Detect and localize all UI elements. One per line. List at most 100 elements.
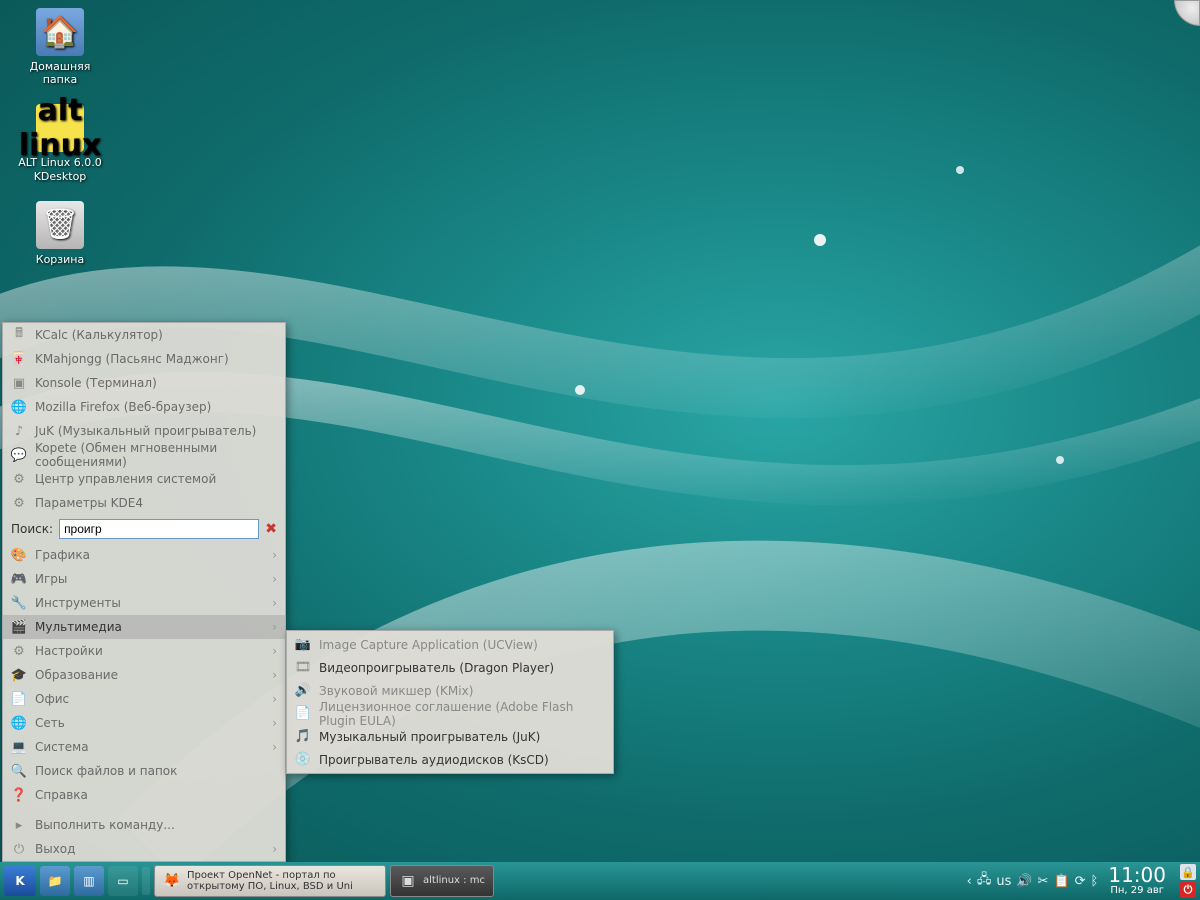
chevron-right-icon: ›	[272, 548, 277, 562]
menu-item-run-command[interactable]: ▸Выполнить команду...	[3, 813, 285, 837]
exit-icon: ⏻	[11, 841, 27, 857]
desktop-icon-label: Корзина	[12, 253, 108, 266]
application-menu: 🖩KCalc (Калькулятор) 🀄KMahjongg (Пасьянс…	[2, 322, 286, 862]
chevron-right-icon: ›	[272, 716, 277, 730]
menu-item-juk[interactable]: ♪JuK (Музыкальный проигрыватель)	[3, 419, 285, 443]
menu-search-row: Поиск: ✖	[3, 515, 285, 543]
music-icon: 🎵	[295, 729, 311, 745]
chevron-right-icon: ›	[272, 740, 277, 754]
search-label: Поиск:	[11, 522, 53, 536]
music-icon: ♪	[11, 423, 27, 439]
chevron-right-icon: ›	[272, 596, 277, 610]
menu-item-kmahjongg[interactable]: 🀄KMahjongg (Пасьянс Маджонг)	[3, 347, 285, 371]
menu-category-games[interactable]: 🎮Игры›	[3, 567, 285, 591]
menu-item-find-files[interactable]: 🔍Поиск файлов и папок	[3, 759, 285, 783]
desktop-icon-trash[interactable]: 🗑 Корзина	[12, 201, 108, 266]
menu-item-logout[interactable]: ⏻Выход›	[3, 837, 285, 861]
chevron-right-icon: ›	[272, 842, 277, 856]
menu-category-multimedia[interactable]: 🎬Мультимедиа›	[3, 615, 285, 639]
kde-icon: ⚙	[11, 495, 27, 511]
system-icon: 💻	[11, 739, 27, 755]
desktop-icon-label: ALT Linux 6.0.0KDesktop	[12, 156, 108, 182]
clipboard-tray-icon[interactable]: 📋	[1053, 874, 1069, 889]
clock-time: 11:00	[1108, 865, 1166, 886]
tools-icon: 🔧	[11, 595, 27, 611]
updates-tray-icon[interactable]: ⟳	[1075, 874, 1086, 889]
camera-icon: 📷	[295, 637, 311, 653]
submenu-item-flash-eula[interactable]: 📄Лицензионное соглашение (Adobe Flash Pl…	[287, 702, 613, 725]
kmenu-button[interactable]: K	[4, 866, 36, 896]
bluetooth-tray-icon[interactable]: ᛒ	[1091, 874, 1099, 889]
system-tray: ‹ 🖧 us 🔊 ✂ 📋 ⟳ ᛒ	[967, 870, 1099, 892]
trash-icon: 🗑	[36, 201, 84, 249]
menu-category-network[interactable]: 🌐Сеть›	[3, 711, 285, 735]
scissors-tray-icon[interactable]: ✂	[1038, 874, 1049, 889]
menu-item-control-center[interactable]: ⚙Центр управления системой	[3, 467, 285, 491]
clock[interactable]: 11:00 Пн, 29 авг	[1102, 865, 1172, 897]
menu-item-konsole[interactable]: ▣Konsole (Терминал)	[3, 371, 285, 395]
taskbar: K 📁 ▥ ▭ 🦊 Проект OpenNet - портал по отк…	[0, 862, 1200, 900]
task-firefox[interactable]: 🦊 Проект OpenNet - портал по открытому П…	[154, 865, 386, 897]
clock-date: Пн, 29 авг	[1108, 886, 1166, 897]
altlinux-icon: altlinux	[36, 104, 84, 152]
chevron-right-icon: ›	[272, 668, 277, 682]
submenu-item-kscd[interactable]: 💿Проигрыватель аудиодисков (KsCD)	[287, 748, 613, 771]
plasma-cashew[interactable]	[1174, 0, 1200, 26]
office-icon: 📄	[11, 691, 27, 707]
cd-icon: 💿	[295, 752, 311, 768]
mahjongg-icon: 🀄	[11, 351, 27, 367]
desktop-icon-label: Домашняяпапка	[12, 60, 108, 86]
task-label: Проект OpenNet - портал по открытому ПО,…	[187, 870, 377, 893]
submenu-item-dragon-player[interactable]: 🎞Видеопроигрыватель (Dragon Player)	[287, 656, 613, 679]
help-icon: ❓	[11, 787, 27, 803]
search-icon: 🔍	[11, 763, 27, 779]
games-icon: 🎮	[11, 571, 27, 587]
volume-icon: 🔊	[295, 683, 311, 699]
terminal-icon: ▣	[11, 375, 27, 391]
network-icon: 🌐	[11, 715, 27, 731]
menu-item-firefox[interactable]: 🌐Mozilla Firefox (Веб-браузер)	[3, 395, 285, 419]
chevron-right-icon: ›	[272, 620, 277, 634]
menu-category-education[interactable]: 🎓Образование›	[3, 663, 285, 687]
file-manager-button[interactable]: 📁	[40, 866, 70, 896]
submenu-item-juk[interactable]: 🎵Музыкальный проигрыватель (JuK)	[287, 725, 613, 748]
menu-category-settings[interactable]: ⚙Настройки›	[3, 639, 285, 663]
clear-search-icon[interactable]: ✖	[265, 521, 277, 537]
home-folder-icon: 🏠	[36, 8, 84, 56]
show-desktop-button[interactable]: ▭	[108, 866, 138, 896]
run-icon: ▸	[11, 817, 27, 833]
menu-item-help[interactable]: ❓Справка	[3, 783, 285, 807]
menu-item-kde-settings[interactable]: ⚙Параметры KDE4	[3, 491, 285, 515]
chevron-right-icon: ›	[272, 644, 277, 658]
menu-category-tools[interactable]: 🔧Инструменты›	[3, 591, 285, 615]
settings-icon: ⚙	[11, 471, 27, 487]
video-icon: 🎞	[295, 660, 311, 676]
task-label: altlinux : mc	[423, 875, 485, 887]
shutdown-button[interactable]: ⏻	[1180, 882, 1196, 898]
multimedia-icon: 🎬	[11, 619, 27, 635]
chevron-right-icon: ›	[272, 692, 277, 706]
menu-item-kopete[interactable]: 💬Kopete (Обмен мгновенными сообщениями)	[3, 443, 285, 467]
menu-item-kcalc[interactable]: 🖩KCalc (Калькулятор)	[3, 323, 285, 347]
chat-icon: 💬	[11, 447, 27, 463]
desktop-icon-home[interactable]: 🏠 Домашняяпапка	[12, 8, 108, 86]
lock-screen-button[interactable]: 🔒	[1180, 864, 1196, 880]
document-icon: 📄	[295, 706, 311, 722]
menu-category-office[interactable]: 📄Офис›	[3, 687, 285, 711]
volume-tray-icon[interactable]: 🔊	[1016, 874, 1032, 889]
search-input[interactable]	[59, 519, 259, 539]
desktop-icon-altlinux[interactable]: altlinux ALT Linux 6.0.0KDesktop	[12, 104, 108, 182]
submenu-item-ucview[interactable]: 📷Image Capture Application (UCView)	[287, 633, 613, 656]
menu-category-graphics[interactable]: 🎨Графика›	[3, 543, 285, 567]
menu-category-system[interactable]: 💻Система›	[3, 735, 285, 759]
expand-tray-icon[interactable]: ‹	[967, 874, 972, 889]
keyboard-layout-indicator[interactable]: us	[996, 874, 1011, 889]
firefox-icon: 🌐	[11, 399, 27, 415]
terminal-icon: ▣	[399, 872, 417, 890]
settings-icon: ⚙	[11, 643, 27, 659]
task-terminal[interactable]: ▣ altlinux : mc	[390, 865, 494, 897]
dolphin-button[interactable]: ▥	[74, 866, 104, 896]
network-tray-icon[interactable]: 🖧	[977, 870, 992, 892]
taskbar-divider	[142, 867, 150, 895]
chevron-right-icon: ›	[272, 572, 277, 586]
